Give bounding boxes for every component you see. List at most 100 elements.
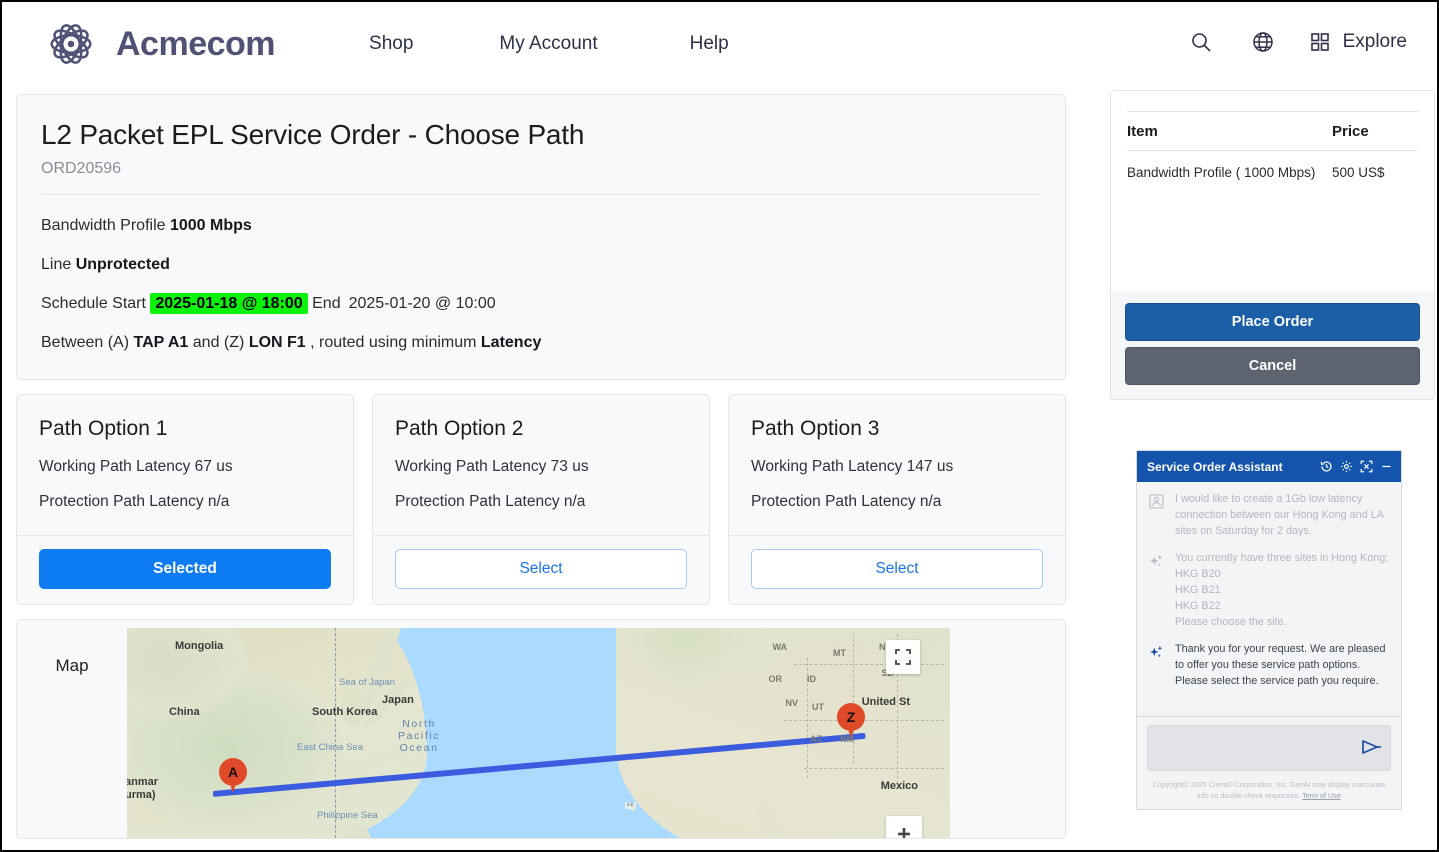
path-option-card-2[interactable]: Path Option 2 Working Path Latency 73 us… <box>372 394 710 605</box>
between-prefix: Between (A) <box>41 334 130 351</box>
nav-item-help[interactable]: Help <box>690 27 729 61</box>
map-pin-z-label: Z <box>846 709 856 725</box>
chat-message-assistant-1: You currently have three sites in Hong K… <box>1145 551 1391 631</box>
landmass-korea <box>342 686 360 726</box>
assistant-header: Service Order Assistant <box>1137 451 1401 482</box>
cart-item-price: 500 US$ <box>1332 165 1385 180</box>
gear-icon[interactable] <box>1340 460 1353 473</box>
schedule-end-label: End <box>312 295 341 312</box>
table-row: Bandwidth Profile ( 1000 Mbps) 500 US$ <box>1127 151 1418 183</box>
path-option-footer: Select <box>373 535 709 604</box>
between-suffix: , routed using minimum <box>310 334 477 351</box>
path-option-body: Path Option 3 Working Path Latency 147 u… <box>729 395 1065 535</box>
grid-icon[interactable] <box>1309 31 1331 53</box>
site-a: TAP A1 <box>133 334 189 351</box>
assistant-header-actions <box>1320 460 1393 473</box>
main-nav: Shop My Account Help <box>369 27 729 61</box>
schedule-end-value: 2025-01-20 @ 10:00 <box>348 295 496 312</box>
history-icon[interactable] <box>1320 460 1333 473</box>
path-option-footer: Select <box>729 535 1065 604</box>
map-canvas[interactable]: Mongolia China South Korea Japan Sea of … <box>127 628 950 838</box>
chat-message-text: Thank you for your request. We are pleas… <box>1175 642 1386 687</box>
map-card: Map Mongolia China South Korea Japan Sea… <box>16 619 1066 839</box>
path-option-title: Path Option 1 <box>39 417 168 440</box>
protection-path-latency: Protection Path Latency n/a <box>39 493 230 510</box>
search-icon[interactable] <box>1189 30 1213 54</box>
select-path-button-3[interactable]: Select <box>751 549 1043 589</box>
page-root: Acmecom Shop My Account Help Explore L2 … <box>0 0 1439 852</box>
place-order-button[interactable]: Place Order <box>1125 303 1420 341</box>
minimize-icon[interactable] <box>1380 460 1393 473</box>
order-id: ORD20596 <box>41 160 122 177</box>
protection-path-latency: Protection Path Latency n/a <box>395 493 586 510</box>
international-date-line <box>335 628 336 838</box>
expand-icon[interactable] <box>1360 460 1373 473</box>
line-protection-row: Line Unprotected <box>41 255 1041 275</box>
chat-message-user: I would like to create a 1Gb low latency… <box>1145 492 1391 540</box>
schedule-row: Schedule Start 2025-01-18 @ 18:00 End 202… <box>41 293 1041 314</box>
cart-item-name: Bandwidth Profile ( 1000 Mbps) <box>1127 165 1316 180</box>
nav-item-my-account[interactable]: My Account <box>499 27 597 61</box>
working-path-latency: Working Path Latency 73 us <box>395 458 589 475</box>
order-summary-card: L2 Packet EPL Service Order - Choose Pat… <box>16 94 1066 380</box>
cart-table: Item Price Bandwidth Profile ( 1000 Mbps… <box>1127 111 1418 183</box>
cart-header-row: Item Price <box>1127 111 1418 151</box>
path-option-card-1[interactable]: Path Option 1 Working Path Latency 67 us… <box>16 394 354 605</box>
header-actions: Explore <box>1189 30 1407 54</box>
flower-pinwheel-logo-icon <box>50 24 92 64</box>
select-path-button-2[interactable]: Select <box>395 549 687 589</box>
protection-path-latency: Protection Path Latency n/a <box>751 493 942 510</box>
user-avatar-icon <box>1145 492 1167 540</box>
chat-message-text: You currently have three sites in Hong K… <box>1175 551 1389 628</box>
select-path-button-1[interactable]: Selected <box>39 549 331 589</box>
fullscreen-icon[interactable] <box>886 640 920 674</box>
line-value: Unprotected <box>75 256 170 273</box>
chat-message-text: I would like to create a 1Gb low latency… <box>1175 493 1384 537</box>
cart-table-wrap: Item Price Bandwidth Profile ( 1000 Mbps… <box>1111 91 1434 291</box>
assistant-input-area <box>1137 716 1401 775</box>
schedule-label: Schedule Start <box>41 295 146 312</box>
map-pin-z[interactable]: Z <box>837 703 865 739</box>
divider <box>41 194 1041 195</box>
nav-item-shop[interactable]: Shop <box>369 27 413 61</box>
path-option-body: Path Option 2 Working Path Latency 73 us… <box>373 395 709 535</box>
explore-label[interactable]: Explore <box>1343 31 1407 53</box>
endpoints-row: Between (A) TAP A1 and (Z) LON F1 , rout… <box>41 333 1041 353</box>
service-order-assistant-panel: Service Order Assistant I would like to … <box>1136 450 1402 810</box>
path-option-body: Path Option 1 Working Path Latency 67 us… <box>17 395 353 535</box>
site-z: LON F1 <box>248 334 306 351</box>
bandwidth-label: Bandwidth Profile <box>41 217 166 234</box>
chat-input[interactable] <box>1147 725 1391 772</box>
page-title: L2 Packet EPL Service Order - Choose Pat… <box>41 119 585 150</box>
map-pin-a[interactable]: A <box>219 758 247 794</box>
plus-icon[interactable] <box>886 816 922 838</box>
cart-col-price: Price <box>1332 111 1418 151</box>
cart-container: Item Price Bandwidth Profile ( 1000 Mbps… <box>1110 90 1435 400</box>
landmass-hawaii <box>631 808 635 811</box>
brand-logo[interactable]: Acmecom <box>40 15 276 73</box>
cancel-button[interactable]: Cancel <box>1125 347 1420 385</box>
main-content: L2 Packet EPL Service Order - Choose Pat… <box>16 94 1066 839</box>
brand-name: Acmecom <box>116 24 276 63</box>
assistant-copyright: Copyright© 2025 Ciena® Corporation, Inc.… <box>1152 780 1386 801</box>
assistant-title: Service Order Assistant <box>1147 459 1283 474</box>
assistant-footer: Copyright© 2025 Ciena® Corporation, Inc.… <box>1137 775 1401 809</box>
routing-metric: Latency <box>480 334 542 351</box>
cart-spacer <box>1127 183 1418 239</box>
sparkle-icon <box>1145 551 1167 631</box>
terms-of-use-link[interactable]: Term of Use <box>1302 791 1341 800</box>
globe-icon[interactable] <box>1251 30 1275 54</box>
path-option-footer: Selected <box>17 535 353 604</box>
sparkle-icon <box>1145 642 1167 690</box>
path-option-title: Path Option 2 <box>395 417 524 440</box>
bandwidth-row: Bandwidth Profile 1000 Mbps <box>41 216 1041 236</box>
site-header: Acmecom Shop My Account Help Explore <box>2 2 1437 86</box>
line-label: Line <box>41 256 72 273</box>
cart-col-item: Item <box>1127 111 1332 151</box>
map-pin-a-label: A <box>227 764 239 780</box>
map-label: Map <box>55 656 89 675</box>
path-option-card-3[interactable]: Path Option 3 Working Path Latency 147 u… <box>728 394 1066 605</box>
schedule-start-highlight: 2025-01-18 @ 18:00 <box>150 293 308 314</box>
path-option-title: Path Option 3 <box>751 417 880 440</box>
send-icon[interactable] <box>1360 738 1382 756</box>
